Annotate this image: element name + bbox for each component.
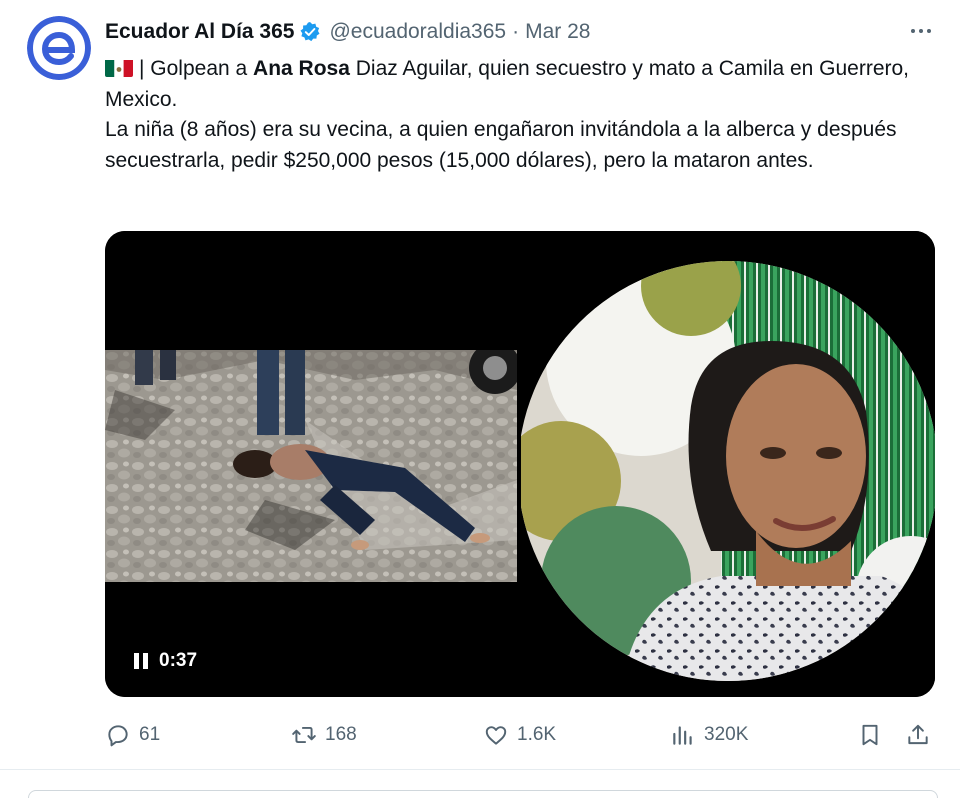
bookmark-button[interactable] <box>857 718 883 752</box>
mexico-flag-icon <box>105 58 133 77</box>
views-icon <box>673 726 692 745</box>
bookmark-icon <box>862 724 878 746</box>
author-name[interactable]: Ecuador Al Día 365 <box>105 20 294 44</box>
share-button[interactable] <box>905 718 931 752</box>
share-icon <box>908 724 928 745</box>
video-frame <box>105 350 517 582</box>
tweet-paragraph-1: | Golpean a Ana Rosa Diaz Aguilar, quien… <box>105 54 935 115</box>
like-count: 1.6K <box>517 724 557 745</box>
tweet-actions: 61 168 1.6K 320K <box>105 718 935 752</box>
text-bold-name: Ana Rosa <box>253 57 350 80</box>
avatar[interactable] <box>27 16 91 80</box>
portrait-photo <box>521 231 935 697</box>
views-button[interactable]: 320K <box>670 718 748 752</box>
tweet-date[interactable]: Mar 28 <box>525 20 590 44</box>
photo[interactable] <box>521 231 935 697</box>
video-controls[interactable]: 0:37 <box>133 650 197 672</box>
video-player[interactable]: 0:37 <box>105 231 517 697</box>
ecuador-al-dia-logo-icon <box>27 16 91 80</box>
like-button[interactable]: 1.6K <box>483 718 556 752</box>
tweet-header: Ecuador Al Día 365 @ecuadoraldia365 · Ma… <box>105 17 590 47</box>
author-handle[interactable]: @ecuadoraldia365 <box>329 20 506 44</box>
tweet-paragraph-2: La niña (8 años) era su vecina, a quien … <box>105 118 897 172</box>
text-prefix: | Golpean a <box>139 57 254 80</box>
reply-icon <box>108 725 128 747</box>
video-time: 0:37 <box>159 650 198 671</box>
reply-button[interactable]: 61 <box>105 718 160 752</box>
like-icon <box>485 726 507 745</box>
retweet-button[interactable]: 168 <box>291 718 357 752</box>
separator-dot: · <box>512 20 520 43</box>
verified-badge-icon <box>299 21 321 43</box>
retweet-count: 168 <box>325 724 357 745</box>
pause-icon[interactable] <box>133 653 149 669</box>
reply-count: 61 <box>139 724 161 745</box>
retweet-icon <box>292 726 316 744</box>
views-count: 320K <box>704 724 749 745</box>
tweet-card[interactable]: Ecuador Al Día 365 @ecuadoraldia365 · Ma… <box>0 0 960 770</box>
next-tweet-box <box>28 790 938 798</box>
tweet-text: | Golpean a Ana Rosa Diaz Aguilar, quien… <box>105 54 935 176</box>
media-grid: 0:37 <box>105 231 935 697</box>
more-icon[interactable] <box>906 18 936 44</box>
